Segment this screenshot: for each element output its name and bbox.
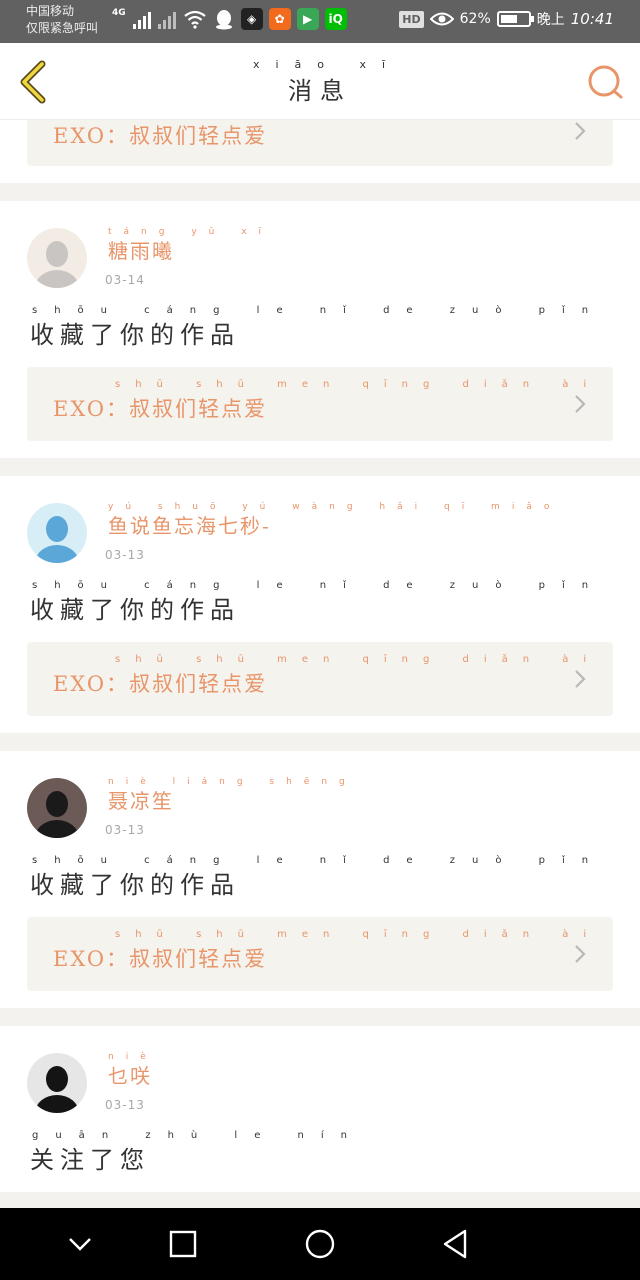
work-reference[interactable]: shū shū men qīng diǎn ài EXO：叔叔们轻点爱	[27, 642, 613, 716]
chevron-right-icon	[575, 945, 586, 963]
status-left-icons: 4G ◈ ✿ ▶ iQ	[112, 8, 347, 30]
recent-apps-button[interactable]	[165, 1226, 201, 1262]
work-title: EXO：叔叔们轻点爱	[53, 947, 268, 971]
work-title: EXO：叔叔们轻点爱	[53, 124, 268, 148]
work-reference[interactable]: shū shū men qīng diǎn ài EXO：叔叔们轻点爱	[27, 367, 613, 441]
eye-comfort-icon	[429, 12, 454, 26]
play-app-icon: ▶	[296, 8, 319, 30]
signal-icon	[132, 9, 151, 29]
carrier-label: 中国移动 仅限紧急呼叫	[26, 3, 98, 37]
message-card[interactable]: yú shuō yú wàng hǎi qī miǎo 鱼说鱼忘海七秒- 03-13…	[0, 476, 640, 733]
hd-badge: HD	[399, 10, 424, 28]
battery-percent: 62%	[459, 11, 491, 27]
username[interactable]: 乜咲	[108, 1060, 152, 1089]
message-card[interactable]: táng yǔ xī 糖雨曦 03-14 shōu cáng le nǐ de zuò…	[0, 201, 640, 458]
time-prefix: 晚上	[536, 12, 565, 28]
message-date: 03-13	[105, 548, 145, 562]
avatar[interactable]	[27, 228, 87, 288]
message-date: 03-13	[105, 823, 145, 837]
chevron-right-icon	[575, 395, 586, 413]
avatar[interactable]	[27, 1053, 87, 1113]
avatar[interactable]	[27, 503, 87, 563]
avatar[interactable]	[27, 778, 87, 838]
status-bar: 中国移动 仅限紧急呼叫 4G ◈ ✿ ▶ iQ HD 62% 晚上 10:41	[0, 0, 640, 43]
search-button[interactable]	[586, 63, 624, 101]
home-button[interactable]	[302, 1226, 338, 1262]
divider	[0, 183, 640, 201]
qq-penguin-icon	[215, 10, 232, 30]
signal-2-icon	[157, 9, 176, 29]
shop-app-icon: ✿	[268, 8, 291, 30]
iqiyi-app-icon: iQ	[324, 8, 347, 30]
work-title-pinyin: shū shū men qīng diǎn ài	[115, 654, 602, 665]
follow-message-card[interactable]: niè 乜咲 03-13 guān zhù le nín 关注了您	[0, 1026, 640, 1192]
message-list: táng yǔ xī 糖雨曦 03-14 shōu cáng le nǐ de zuò…	[0, 201, 640, 1026]
screen: 中国移动 仅限紧急呼叫 4G ◈ ✿ ▶ iQ HD 62% 晚上 10:41 …	[0, 0, 640, 1280]
app-notification-icons: ◈ ✿ ▶ iQ	[240, 8, 347, 30]
clock: 10:41	[570, 10, 614, 28]
message-date: 03-13	[105, 1098, 145, 1112]
divider	[0, 1008, 640, 1026]
chevron-right-icon	[575, 122, 586, 140]
game-app-icon: ◈	[240, 8, 263, 30]
back-nav-button[interactable]	[437, 1226, 473, 1262]
message-card-partial: EXO：叔叔们轻点爱	[0, 120, 640, 183]
work-title-pinyin: shū shū men qīng diǎn ài	[115, 929, 602, 940]
network-type: 4G	[112, 8, 126, 18]
page-title-pinyin: xiāo xī	[252, 58, 402, 71]
action-text: 收藏了你的作品	[30, 596, 240, 624]
action-text: 收藏了你的作品	[30, 321, 240, 349]
carrier-line-2: 仅限紧急呼叫	[26, 21, 99, 35]
carrier-line-1: 中国移动	[26, 4, 75, 18]
system-nav-bar	[0, 1208, 640, 1280]
username[interactable]: 糖雨曦	[108, 235, 174, 264]
work-reference[interactable]: EXO：叔叔们轻点爱	[27, 120, 613, 166]
battery-icon	[496, 11, 534, 27]
divider	[0, 733, 640, 751]
work-title: EXO：叔叔们轻点爱	[53, 397, 268, 421]
action-text: 收藏了你的作品	[30, 871, 240, 899]
page-title: 消息	[288, 77, 352, 105]
divider	[0, 458, 640, 476]
action-text: 关注了您	[30, 1146, 150, 1174]
app-header: xiāo xī 消息	[0, 43, 640, 120]
message-feed[interactable]: EXO：叔叔们轻点爱 táng yǔ xī 糖雨曦 03-14 shōu cáng l…	[0, 120, 640, 1210]
chevron-right-icon	[575, 670, 586, 688]
message-date: 03-14	[105, 273, 145, 287]
work-reference[interactable]: shū shū men qīng diǎn ài EXO：叔叔们轻点爱	[27, 917, 613, 991]
work-title-pinyin: shū shū men qīng diǎn ài	[115, 379, 602, 390]
wifi-icon	[183, 10, 206, 29]
chevron-down-icon[interactable]	[62, 1226, 98, 1262]
message-card[interactable]: niè liáng shēng 聂凉笙 03-13 shōu cáng le nǐ d…	[0, 751, 640, 1008]
username[interactable]: 鱼说鱼忘海七秒-	[108, 510, 271, 539]
status-right-icons: HD 62% 晚上 10:41	[399, 9, 614, 29]
work-title: EXO：叔叔们轻点爱	[53, 672, 268, 696]
username[interactable]: 聂凉笙	[108, 785, 174, 814]
